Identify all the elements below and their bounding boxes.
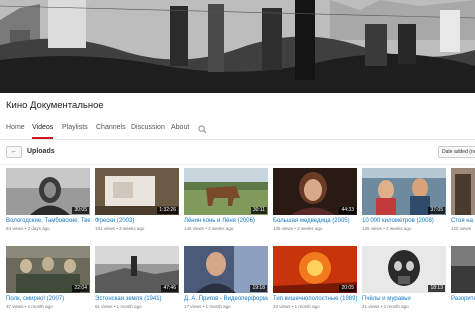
video-meta: 41 views • 1 month ago	[362, 304, 409, 309]
video-age: 3 weeks ago	[297, 226, 323, 231]
video-thumbnail[interactable]: 22:04	[6, 246, 90, 293]
video-meta: 61 views • 1 month ago	[95, 304, 142, 309]
video-age: 3 weeks ago	[208, 226, 234, 231]
video-title[interactable]: Д. А. Пригов - Видеоперформанс с газетой	[184, 295, 268, 303]
thumbnail-image	[451, 246, 475, 293]
tab-videos[interactable]: Videos	[32, 124, 54, 139]
video-title[interactable]: Вологодские, Тамбовские, Тверские (1992)	[6, 217, 90, 225]
video-item[interactable]: Разорите вание	[451, 246, 475, 318]
back-arrow-icon: ←	[10, 148, 18, 155]
video-views: 136 views	[273, 226, 294, 231]
video-duration: 44:33	[339, 207, 356, 214]
video-thumbnail[interactable]: 30:11	[184, 168, 268, 215]
back-button[interactable]: ←	[6, 146, 22, 158]
video-thumbnail[interactable]: 20:05	[273, 246, 357, 293]
channel-banner	[0, 0, 475, 93]
video-meta: 17 views • 1 month ago	[184, 304, 231, 309]
video-thumbnail[interactable]: 37:05	[362, 168, 446, 215]
video-age: 3 weeks ago	[119, 226, 145, 231]
search-icon[interactable]	[198, 125, 207, 134]
video-views: 146 views	[184, 226, 205, 231]
tab-about[interactable]: About	[171, 124, 189, 139]
video-age: 2 days ago	[27, 226, 50, 231]
tab-playlists[interactable]: Playlists	[62, 124, 88, 139]
video-meta: 37 views • 1 month ago	[6, 304, 53, 309]
tab-channels[interactable]: Channels	[96, 124, 126, 139]
video-thumbnail[interactable]: 47:46	[95, 246, 179, 293]
video-duration: 30:11	[250, 207, 267, 214]
video-age: 1 month ago	[294, 304, 320, 309]
tab-home[interactable]: Home	[6, 124, 25, 139]
video-title[interactable]: Пчёлы и муравьи	[362, 295, 446, 303]
video-meta: 23 views • 1 month ago	[273, 304, 320, 309]
video-views: 120 views	[451, 226, 472, 231]
video-age: 1 month ago	[116, 304, 142, 309]
video-thumbnail[interactable]	[451, 168, 475, 215]
video-views: 61 views	[95, 304, 113, 309]
video-views: 37 views	[6, 304, 24, 309]
video-views: 181 views	[95, 226, 116, 231]
video-title[interactable]: Фрески (2003)	[95, 217, 179, 225]
video-thumbnail[interactable]: 30:05	[6, 168, 90, 215]
video-views: 126 views	[362, 226, 383, 231]
video-age: 1 month ago	[383, 304, 409, 309]
video-meta: 84 views • 2 days ago	[6, 226, 50, 231]
video-views: 84 views	[6, 226, 24, 231]
video-meta: 146 views • 3 weeks ago	[184, 226, 234, 231]
video-thumbnail[interactable]: 1:32:26	[95, 168, 179, 215]
thumbnail-image	[451, 168, 475, 215]
uploads-toolbar	[0, 140, 475, 165]
banner-image	[0, 0, 475, 93]
video-title[interactable]: Эстонская земля (1941)	[95, 295, 179, 303]
video-duration: 37:05	[428, 207, 445, 214]
video-thumbnail[interactable]: 44:33	[273, 168, 357, 215]
video-age: 1 month ago	[205, 304, 231, 309]
video-thumbnail[interactable]: 19:18	[184, 246, 268, 293]
video-meta: 136 views • 3 weeks ago	[273, 226, 323, 231]
channel-nav: Home Videos Playlists Channels Discussio…	[0, 118, 475, 140]
video-age: 4 weeks ago	[386, 226, 412, 231]
video-duration: 18:13	[428, 285, 445, 292]
video-title[interactable]: Полк, смирно! (2007)	[6, 295, 90, 303]
video-duration: 19:18	[250, 285, 267, 292]
video-views: 23 views	[273, 304, 291, 309]
video-title[interactable]: Стоя на к лиц (20	[451, 217, 475, 225]
video-thumbnail[interactable]: 18:13	[362, 246, 446, 293]
video-duration: 30:05	[72, 207, 89, 214]
sort-dropdown[interactable]: Date added (ne	[438, 146, 475, 158]
video-duration: 1:32:26	[157, 207, 178, 214]
uploads-heading: Uploads	[27, 148, 55, 155]
video-title[interactable]: 10 000 километров (2008)	[362, 217, 446, 225]
video-duration: 47:46	[161, 285, 178, 292]
video-duration: 20:05	[339, 285, 356, 292]
video-title[interactable]: Разорите вание	[451, 295, 475, 303]
video-views: 41 views	[362, 304, 380, 309]
video-title[interactable]: Лёнин конь и Лёня (2006)	[184, 217, 268, 225]
video-meta: 181 views • 3 weeks ago	[95, 226, 145, 231]
video-title[interactable]: Тип кишечнополостные (1989)	[273, 295, 357, 303]
video-views: 17 views	[184, 304, 202, 309]
video-duration: 22:04	[72, 285, 89, 292]
video-title[interactable]: Большая медведица (2005)	[273, 217, 357, 225]
video-item[interactable]: Стоя на к лиц (20 120 views	[451, 168, 475, 240]
channel-title: Кино Документальное	[6, 100, 104, 111]
video-meta: 126 views • 4 weeks ago	[362, 226, 412, 231]
video-thumbnail[interactable]	[451, 246, 475, 293]
video-age: 1 month ago	[27, 304, 53, 309]
tab-discussion[interactable]: Discussion	[131, 124, 165, 139]
